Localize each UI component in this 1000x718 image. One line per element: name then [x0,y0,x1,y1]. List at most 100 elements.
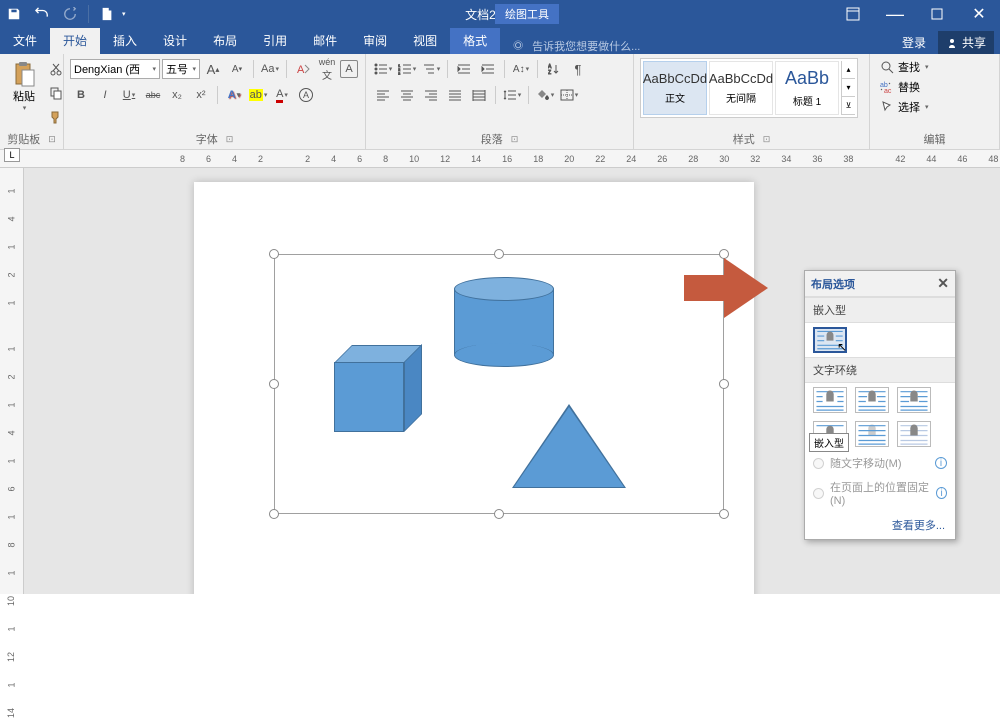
font-color-button[interactable]: A▾ [271,84,293,106]
wrap-behind[interactable] [855,421,889,447]
asian-layout-button[interactable]: A↕▾ [510,58,532,80]
font-family-combo[interactable]: DengXian (西▾ [70,59,160,79]
cylinder-shape[interactable] [454,277,554,357]
styles-launcher[interactable]: ⊡ [763,134,771,145]
wrap-section-label: 文字环绕 [805,357,955,383]
style-heading1[interactable]: AaBb 标题 1 [775,61,839,115]
style-no-spacing[interactable]: AaBbCcDd 无间隔 [709,61,773,115]
layout-options-close[interactable]: ✕ [937,275,949,292]
resize-handle-se[interactable] [719,509,729,519]
tab-design[interactable]: 设计 [150,27,200,54]
wrap-square[interactable] [813,387,847,413]
info-icon[interactable]: i [936,487,947,499]
find-button[interactable]: 查找▾ [876,58,933,76]
document-page[interactable] [194,182,754,594]
style-normal[interactable]: AaBbCcDd 正文 [643,61,707,115]
italic-button[interactable]: I [94,84,116,106]
tell-me-search[interactable]: 告诉我您想要做什么... [500,38,652,54]
resize-handle-sw[interactable] [269,509,279,519]
underline-button[interactable]: U▾ [118,84,140,106]
info-icon[interactable]: i [935,457,947,469]
wrap-inline[interactable]: ↖ [813,327,847,353]
show-marks-button[interactable]: ¶ [567,58,589,80]
bullets-button[interactable]: ▾ [372,58,394,80]
distributed-button[interactable] [468,84,490,106]
bold-button[interactable]: B [70,84,92,106]
resize-handle-w[interactable] [269,379,279,389]
font-size-combo[interactable]: 五号▾ [162,59,200,79]
sort-button[interactable]: AZ [543,58,565,80]
tab-view[interactable]: 视图 [400,27,450,54]
fix-position-radio[interactable]: 在页面上的位置固定(N) i [805,475,955,511]
wrap-tight[interactable] [855,387,889,413]
tell-me-placeholder: 告诉我您想要做什么... [532,38,640,54]
minimize-button[interactable]: — [874,0,916,28]
login-link[interactable]: 登录 [894,34,934,51]
new-document-icon[interactable] [95,2,119,26]
tab-format[interactable]: 格式 [450,27,500,54]
shrink-font-button[interactable]: A▾ [226,58,248,80]
enclosed-char-button[interactable]: A [295,84,317,106]
wrap-front[interactable] [897,421,931,447]
increase-indent-button[interactable] [477,58,499,80]
paragraph-launcher[interactable]: ⊡ [511,134,519,145]
font-launcher[interactable]: ⊡ [226,134,234,145]
subscript-button[interactable]: x₂ [166,84,188,106]
vertical-ruler[interactable]: 1412112141618110112114 [0,168,24,594]
select-button[interactable]: 选择▾ [876,98,933,116]
tab-mailings[interactable]: 邮件 [300,27,350,54]
gallery-up[interactable]: ▴ [842,61,855,79]
numbering-button[interactable]: 123▾ [396,58,418,80]
align-center-button[interactable] [396,84,418,106]
clipboard-launcher[interactable]: ⊡ [48,134,56,145]
redo-button[interactable] [58,2,82,26]
resize-handle-e[interactable] [719,379,729,389]
styles-gallery[interactable]: AaBbCcDd 正文 AaBbCcDd 无间隔 AaBb 标题 1 ▴ ▾ ⊻ [640,58,858,118]
tab-file[interactable]: 文件 [0,27,50,54]
justify-button[interactable] [444,84,466,106]
shading-button[interactable]: ▾ [534,84,556,106]
strikethrough-button[interactable]: abc [142,84,164,106]
see-more-link[interactable]: 查看更多... [805,511,955,539]
grow-font-button[interactable]: A▴ [202,58,224,80]
decrease-indent-button[interactable] [453,58,475,80]
maximize-button[interactable] [916,0,958,28]
borders-button[interactable]: ▾ [558,84,580,106]
gallery-down[interactable]: ▾ [842,79,855,97]
tab-references[interactable]: 引用 [250,27,300,54]
resize-handle-n[interactable] [494,249,504,259]
close-button[interactable]: ✕ [958,0,1000,28]
clear-formatting-button[interactable]: A [292,58,314,80]
align-right-button[interactable] [420,84,442,106]
gallery-more[interactable]: ⊻ [842,97,855,115]
undo-button[interactable] [30,2,54,26]
cube-shape[interactable] [334,347,414,427]
text-effects-button[interactable]: A▾ [223,84,245,106]
wrap-tooltip: 嵌入型 [809,433,849,452]
wrap-through[interactable] [897,387,931,413]
character-border-button[interactable]: A [340,60,358,78]
replace-button[interactable]: abac 替换 [876,78,933,96]
paste-button[interactable]: 粘贴 ▾ [6,58,42,114]
horizontal-ruler[interactable]: 8642246810121416182022242628303234363842… [0,150,1000,168]
change-case-button[interactable]: Aa▾ [259,58,281,80]
resize-handle-s[interactable] [494,509,504,519]
highlight-button[interactable]: ab▾ [247,84,269,106]
share-button[interactable]: 共享 [938,31,994,54]
line-spacing-button[interactable]: ▾ [501,84,523,106]
tab-layout[interactable]: 布局 [200,27,250,54]
align-left-button[interactable] [372,84,394,106]
tab-home[interactable]: 开始 [50,27,100,54]
paragraph-group-label: 段落 [481,131,503,147]
superscript-button[interactable]: x² [190,84,212,106]
multilevel-list-button[interactable]: ▾ [420,58,442,80]
ribbon-display-options[interactable] [832,0,874,28]
phonetic-guide-button[interactable]: wén文 [316,58,338,80]
tab-review[interactable]: 审阅 [350,27,400,54]
annotation-arrow [684,258,774,318]
save-button[interactable] [2,2,26,26]
tab-insert[interactable]: 插入 [100,27,150,54]
move-with-text-radio[interactable]: 随文字移动(M) i [805,451,955,475]
tab-selector[interactable]: L [4,148,20,162]
resize-handle-nw[interactable] [269,249,279,259]
